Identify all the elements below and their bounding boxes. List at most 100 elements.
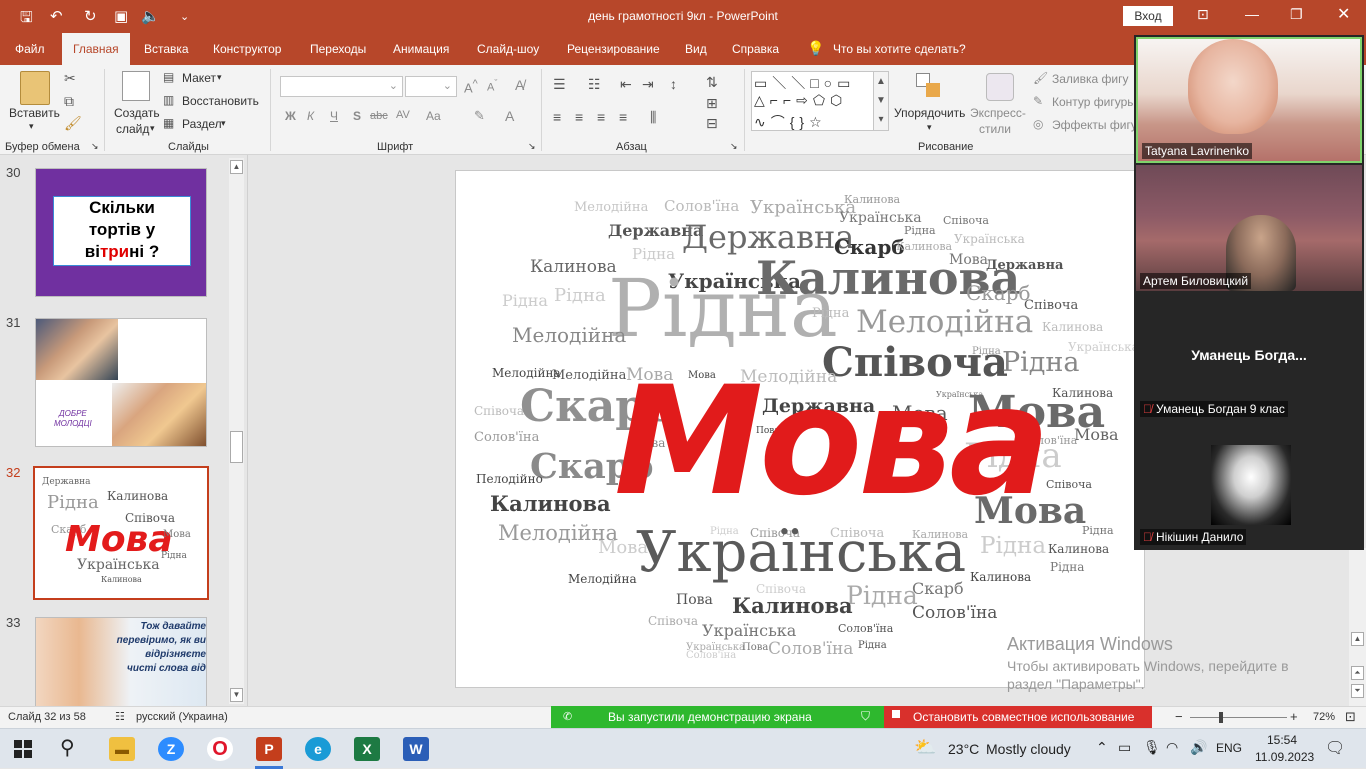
slide-thumbnail-pane[interactable]: 30 Скільки тортів у вітрині ? 31 ДОБРЕ М… xyxy=(0,155,248,709)
bold-button[interactable]: Ж xyxy=(285,109,296,123)
tab-view[interactable]: Вид xyxy=(685,42,707,56)
scroll-up-icon[interactable]: ▲ xyxy=(1351,632,1364,646)
ribbon-display-icon[interactable]: ⊡ xyxy=(1197,6,1209,23)
zoom-out-button[interactable]: − xyxy=(1175,709,1183,724)
edge-icon[interactable]: e xyxy=(305,737,331,761)
change-case-button[interactable]: Aa xyxy=(426,109,441,123)
tell-me-search[interactable]: Что вы хотите сделать? xyxy=(833,42,966,56)
battery-icon[interactable]: ▭ xyxy=(1118,739,1131,756)
font-family-select[interactable]: ⌄ xyxy=(280,76,403,97)
spellcheck-icon[interactable]: ☷ xyxy=(115,710,125,723)
shadow-button[interactable]: S xyxy=(353,109,361,123)
next-slide-icon[interactable]: ⏷ xyxy=(1351,684,1364,698)
new-slide-button[interactable]: Создать xyxy=(114,106,160,120)
clear-formatting-icon[interactable]: A̸ xyxy=(515,77,524,93)
underline-button[interactable]: Ч xyxy=(330,109,338,123)
slide-thumbnail-32[interactable]: Державна Калинова Рідна Співоча Скарб Мо… xyxy=(33,466,209,600)
video-tile[interactable]: Уманець Богда... 🎙̸ Уманець Богдан 9 клас xyxy=(1136,293,1362,419)
video-tile[interactable]: Tatyana Lavrinenko xyxy=(1136,37,1362,163)
video-tile[interactable]: Артем Биловицкий xyxy=(1136,165,1362,291)
shapes-gallery-scroll[interactable]: ▲ ▼ ▾ xyxy=(873,71,889,131)
thumbnail-scrollbar[interactable]: ▲ ▼ xyxy=(229,158,244,704)
line-spacing-icon[interactable]: ↕ xyxy=(670,76,677,92)
weather-desc[interactable]: Mostly cloudy xyxy=(986,741,1071,757)
language-indicator[interactable]: русский (Украина) xyxy=(136,711,228,723)
tab-file[interactable]: Файл xyxy=(15,42,45,56)
slide-thumbnail-31[interactable]: ДОБРЕ МОЛОДЦІ xyxy=(35,318,207,447)
current-slide[interactable]: Мелодійна Солов'їна Українська Калинова … xyxy=(455,170,1145,688)
format-painter-icon[interactable]: 🖌 xyxy=(64,115,82,132)
bullets-icon[interactable]: ☰ xyxy=(553,76,566,93)
section-dropdown-icon[interactable]: ▾ xyxy=(221,118,226,129)
clipboard-launcher-icon[interactable]: ↘ xyxy=(91,141,99,152)
paragraph-launcher-icon[interactable]: ↘ xyxy=(730,141,738,152)
tray-chevron-icon[interactable]: ⌃ xyxy=(1096,739,1108,756)
fit-to-window-icon[interactable]: ⊡ xyxy=(1345,709,1356,725)
cut-icon[interactable]: ✂ xyxy=(64,70,76,87)
paste-icon[interactable] xyxy=(20,71,50,105)
layout-button[interactable]: Макет xyxy=(182,71,216,85)
numbering-icon[interactable]: ☷ xyxy=(588,76,601,93)
signin-button[interactable]: Вход xyxy=(1123,6,1173,26)
strikethrough-button[interactable]: abc xyxy=(370,110,388,122)
prev-slide-icon[interactable]: ⏶ xyxy=(1351,666,1364,680)
grow-font-icon[interactable]: A^ xyxy=(464,78,478,95)
smartart-icon[interactable]: ⊟ xyxy=(706,115,718,132)
paste-dropdown-icon[interactable]: ▾ xyxy=(29,121,34,132)
video-tile[interactable]: 🎙̸ Нікішин Данило xyxy=(1136,421,1362,547)
zoom-slider[interactable] xyxy=(1190,717,1287,718)
layout-dropdown-icon[interactable]: ▾ xyxy=(217,72,222,83)
scroll-thumb[interactable] xyxy=(230,431,243,463)
arrange-button[interactable]: Упорядочить xyxy=(894,106,965,120)
align-text-icon[interactable]: ⊞ xyxy=(706,95,718,112)
weather-temp[interactable]: 23°C xyxy=(948,741,979,757)
tab-transitions[interactable]: Переходы xyxy=(310,42,366,56)
align-right-icon[interactable]: ≡ xyxy=(597,109,605,125)
opera-icon[interactable]: O xyxy=(207,737,233,761)
shapes-gallery[interactable]: ▭＼＼□○▭ △⌐⌐⇨⬠⬡ ∿⌒{}☆ xyxy=(751,71,889,131)
scroll-up-icon[interactable]: ▲ xyxy=(230,160,243,174)
slide-counter[interactable]: Слайд 32 из 58 xyxy=(8,711,86,723)
increase-indent-icon[interactable]: ⇥ xyxy=(642,76,654,93)
copy-icon[interactable]: ⧉ xyxy=(64,93,74,110)
zoom-app-icon[interactable]: Z xyxy=(158,737,184,761)
volume-icon[interactable]: 🔊 xyxy=(1190,739,1207,756)
quick-styles-icon[interactable] xyxy=(986,73,1014,101)
zoom-in-button[interactable]: + xyxy=(1290,709,1298,724)
font-size-select[interactable]: ⌄ xyxy=(405,76,457,97)
restore-icon[interactable]: ❐ xyxy=(1290,6,1303,23)
stop-share-button[interactable]: Остановить совместное использование xyxy=(884,706,1152,728)
microphone-icon[interactable]: 🎙 xyxy=(1143,739,1161,756)
file-explorer-icon[interactable]: ▬ xyxy=(109,737,135,761)
shape-effects-button[interactable]: Эффекты фигу xyxy=(1052,118,1137,132)
tab-design[interactable]: Конструктор xyxy=(213,42,281,56)
font-launcher-icon[interactable]: ↘ xyxy=(528,141,536,152)
paste-button[interactable]: Вставить xyxy=(9,106,60,120)
slide-thumbnail-30[interactable]: Скільки тортів у вітрині ? xyxy=(35,168,207,297)
highlight-icon[interactable]: ✎ xyxy=(474,108,485,124)
italic-button[interactable]: К xyxy=(307,109,314,123)
text-direction-icon[interactable]: ⇅ xyxy=(706,74,718,91)
zoom-slider-thumb[interactable] xyxy=(1219,712,1223,723)
decrease-indent-icon[interactable]: ⇤ xyxy=(620,76,632,93)
char-spacing-button[interactable]: AV xyxy=(396,109,410,121)
windows-start-icon[interactable] xyxy=(14,740,32,758)
columns-icon[interactable]: ⫼ xyxy=(650,109,656,126)
justify-icon[interactable]: ≡ xyxy=(619,109,627,125)
shape-fill-button[interactable]: Заливка фигу xyxy=(1052,72,1128,86)
new-slide-dropdown-icon[interactable]: ▾ xyxy=(150,123,155,134)
reset-button[interactable]: Восстановить xyxy=(182,94,259,108)
shape-outline-button[interactable]: Контур фигуры xyxy=(1052,95,1136,109)
arrange-icon[interactable] xyxy=(916,73,942,99)
weather-icon[interactable]: ⛅ xyxy=(914,737,936,758)
quick-styles-button[interactable]: Экспресс- xyxy=(970,106,1026,120)
shrink-font-icon[interactable]: Aˇ xyxy=(487,78,497,94)
align-left-icon[interactable]: ≡ xyxy=(553,109,561,125)
scroll-down-icon[interactable]: ▼ xyxy=(230,688,243,702)
slide-scrollbar[interactable]: ▲ ⏶ ⏷ xyxy=(1349,548,1366,706)
close-icon[interactable]: ✕ xyxy=(1337,4,1350,24)
align-center-icon[interactable]: ≡ xyxy=(575,109,583,125)
font-color-icon[interactable]: A xyxy=(505,108,514,124)
powerpoint-icon[interactable]: P xyxy=(256,737,282,761)
zoom-level[interactable]: 72% xyxy=(1313,711,1335,723)
